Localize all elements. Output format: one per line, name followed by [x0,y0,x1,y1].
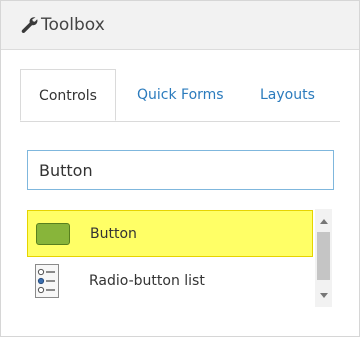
list-item-label: Radio-button list [89,273,205,289]
wrench-icon [21,17,38,34]
control-list: Button Radio-button list [27,209,333,307]
scroll-down-icon[interactable] [320,293,328,298]
tab-bar: Controls Quick Forms Layouts [20,69,340,122]
button-control-icon [36,223,70,245]
list-item-radio-button-list[interactable]: Radio-button list [27,258,313,305]
toolbox-header: Toolbox [1,1,359,50]
tab-layouts-label: Layouts [260,87,315,103]
tab-quick-forms-label: Quick Forms [137,87,224,103]
list-item-label: Button [90,226,137,242]
list-item-button[interactable]: Button [27,210,313,257]
panel-title: Toolbox [41,15,105,35]
tab-layouts[interactable]: Layouts [260,69,315,121]
tab-controls-label: Controls [39,88,97,104]
search-input[interactable] [27,150,334,190]
list-scrollbar[interactable] [315,209,332,307]
toolbox-panel: Toolbox Controls Quick Forms Layouts But… [0,0,360,337]
tab-quick-forms[interactable]: Quick Forms [137,69,224,121]
scroll-up-icon[interactable] [320,219,328,224]
scroll-thumb[interactable] [317,232,330,280]
radio-button-list-icon [35,264,59,298]
tab-controls[interactable]: Controls [20,69,116,121]
